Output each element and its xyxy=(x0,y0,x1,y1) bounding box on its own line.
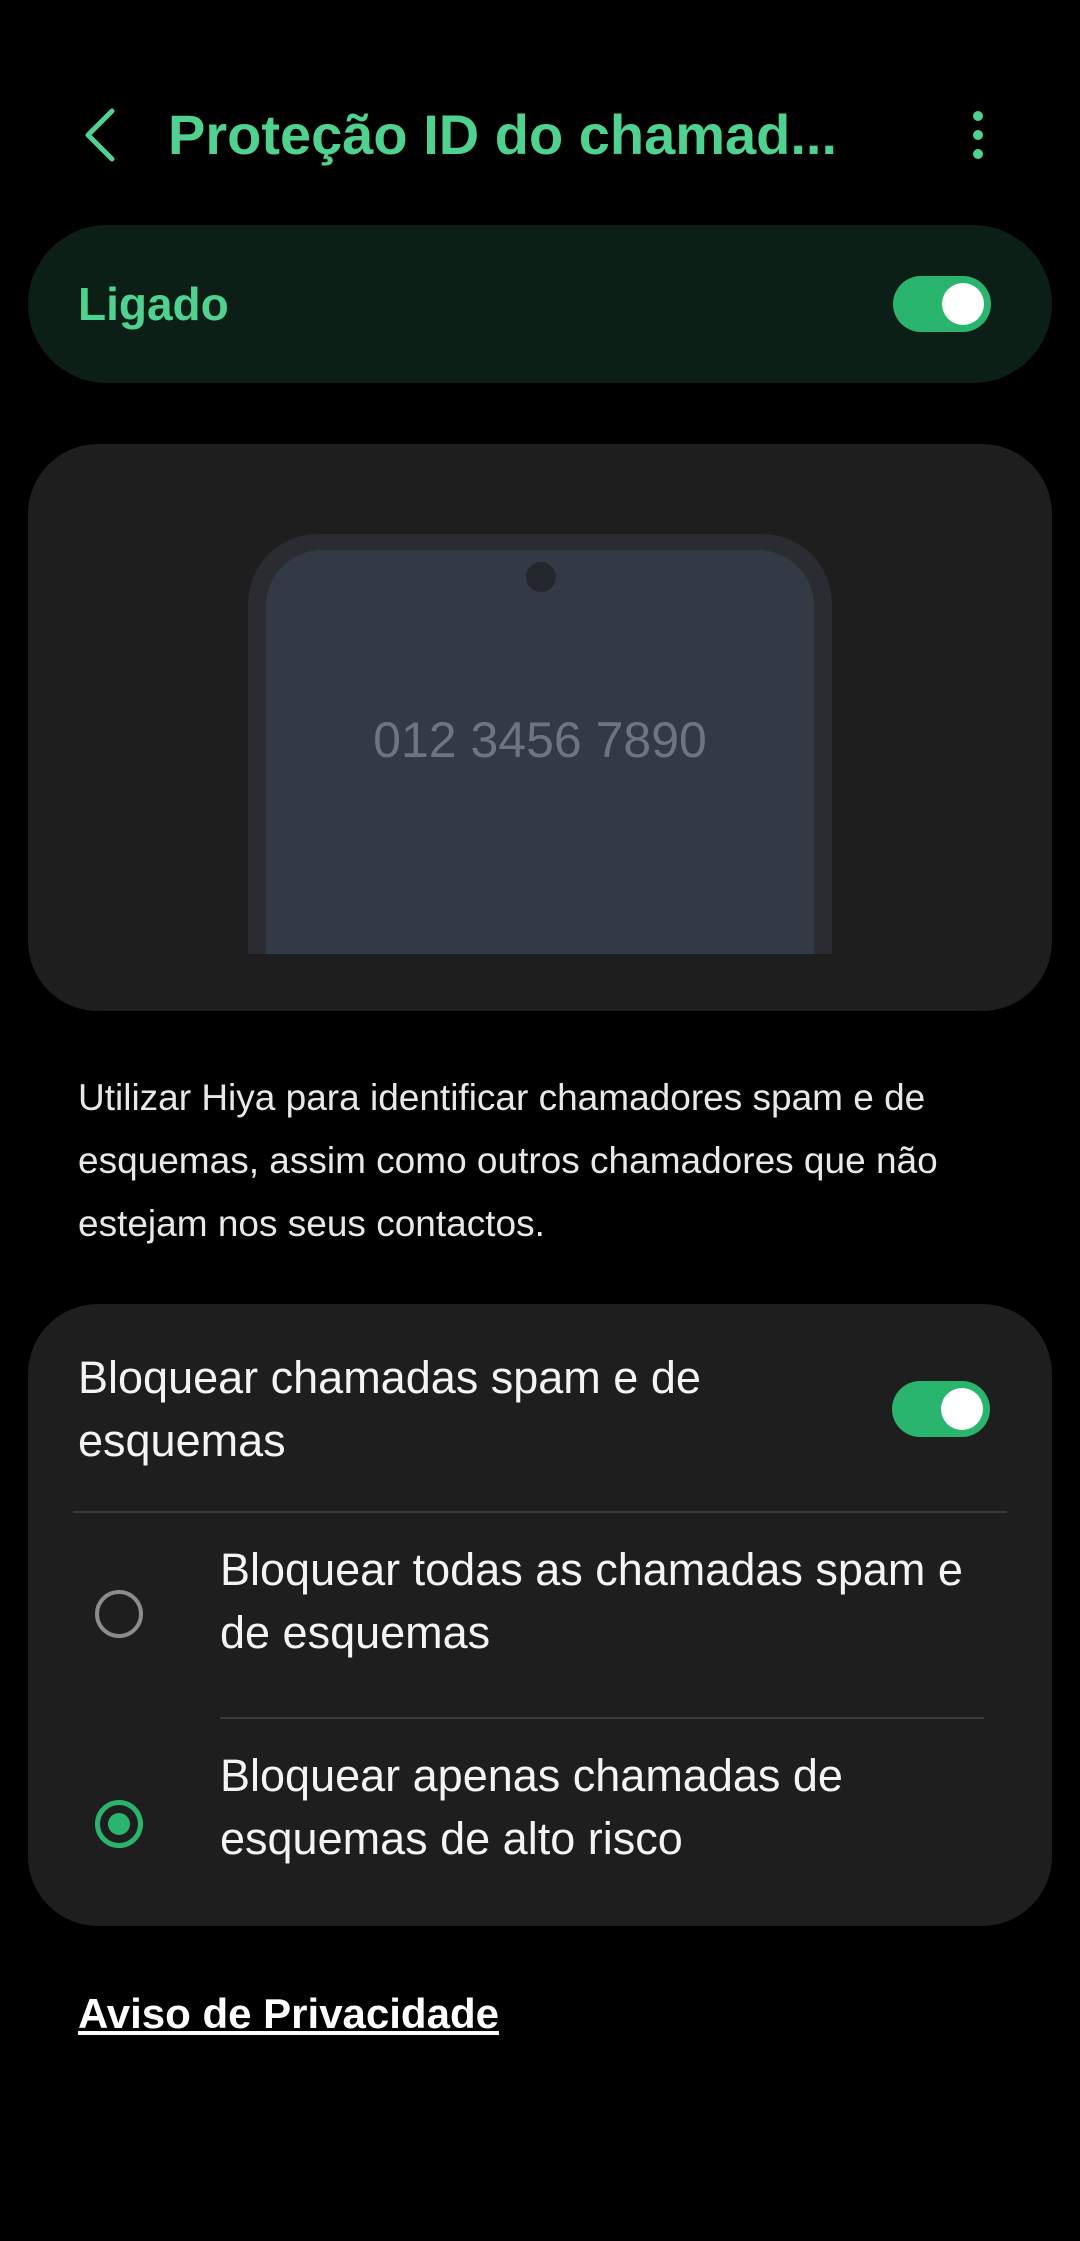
phone-illustration: 012 3456 7890 xyxy=(248,534,832,1011)
master-switch-label: Ligado xyxy=(78,278,229,330)
master-switch-row[interactable]: Ligado xyxy=(28,225,1052,383)
more-options-button[interactable] xyxy=(948,102,1008,168)
toggle-knob xyxy=(941,1388,983,1430)
privacy-notice-link[interactable]: Aviso de Privacidade xyxy=(78,1986,499,2042)
radio-selected[interactable] xyxy=(95,1800,143,1848)
block-calls-card: Bloquear chamadas spam e de esquemas Blo… xyxy=(28,1304,1052,1926)
app-bar: Proteção ID do chamad... xyxy=(0,90,1080,180)
block-calls-label: Bloquear chamadas spam e de esquemas xyxy=(78,1352,701,1466)
camera-icon xyxy=(526,562,556,592)
phone-screen: 012 3456 7890 xyxy=(266,550,814,1011)
back-button[interactable] xyxy=(70,102,130,168)
radio-unselected[interactable] xyxy=(95,1590,143,1638)
toggle-knob xyxy=(942,283,984,325)
page-title: Proteção ID do chamad... xyxy=(168,103,838,166)
divider xyxy=(73,1511,1007,1513)
master-toggle[interactable] xyxy=(893,276,991,332)
feature-description: Utilizar Hiya para identificar chamadore… xyxy=(78,1077,938,1244)
phone-number: 012 3456 7890 xyxy=(373,712,707,768)
illustration-card: 012 3456 7890 xyxy=(28,444,1052,1011)
radio-dot xyxy=(108,1813,130,1835)
block-high-risk-option[interactable]: Bloquear apenas chamadas de esquemas de … xyxy=(28,1744,1052,1914)
block-calls-toggle[interactable] xyxy=(892,1381,990,1437)
block-all-option[interactable]: Bloquear todas as chamadas spam e de esq… xyxy=(28,1538,1052,1718)
divider xyxy=(220,1717,984,1719)
chevron-left-icon xyxy=(85,108,115,162)
more-vert-icon xyxy=(973,111,983,159)
illustration-mask xyxy=(28,954,1052,1011)
option-label: Bloquear apenas chamadas de esquemas de … xyxy=(220,1750,843,1864)
option-label: Bloquear todas as chamadas spam e de esq… xyxy=(220,1544,963,1658)
